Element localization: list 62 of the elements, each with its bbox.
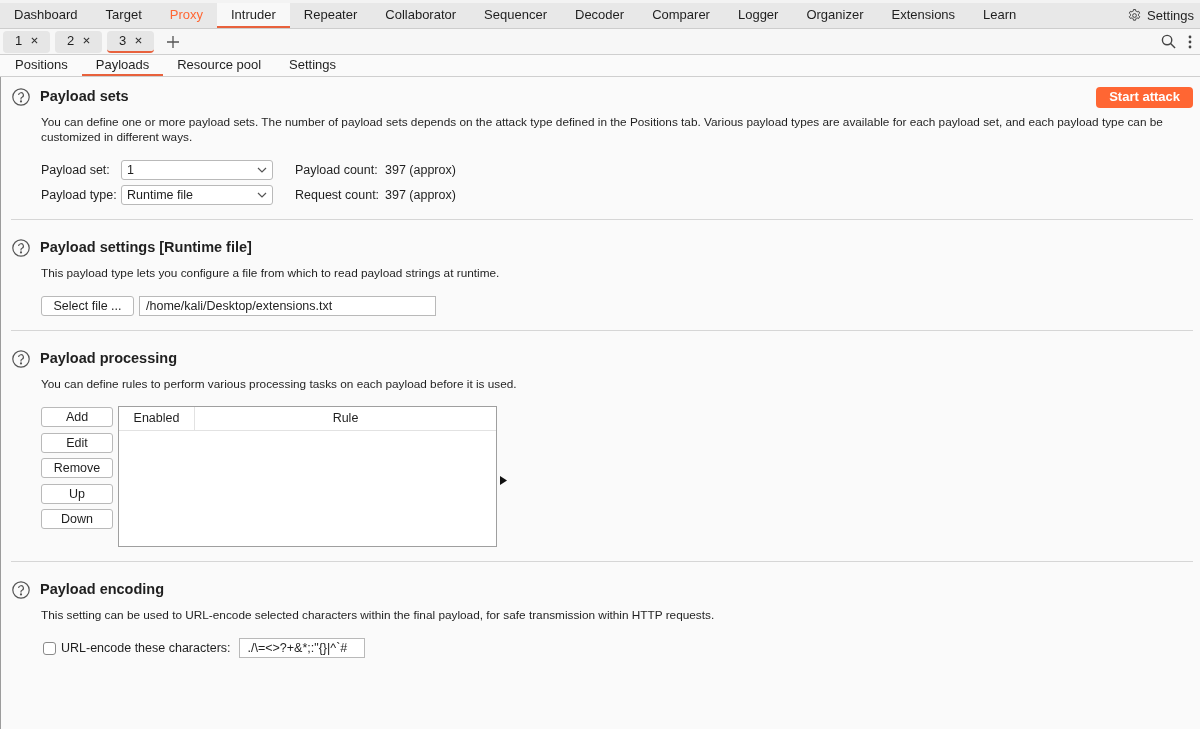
chevron-down-icon bbox=[257, 192, 267, 198]
count-value: 397 (approx) bbox=[385, 161, 456, 179]
main-tab[interactable]: Target bbox=[91, 3, 156, 28]
field-label: Payload set: bbox=[41, 161, 111, 179]
chevron-down-icon bbox=[257, 167, 267, 173]
count-value: 397 (approx) bbox=[385, 186, 456, 204]
section-description: This payload type lets you configure a file from which to read payload strings at runtime. bbox=[41, 266, 501, 281]
kebab-menu-icon[interactable] bbox=[1188, 34, 1192, 49]
dropdown[interactable]: 1 bbox=[121, 160, 273, 180]
select-file-button[interactable]: Select file ... bbox=[41, 296, 134, 316]
plus-icon[interactable] bbox=[167, 35, 179, 48]
section-description: You can define rules to perform various processing tasks on each payload before it is used. bbox=[41, 377, 518, 392]
sub-tab[interactable]: Resource pool bbox=[163, 55, 276, 76]
checkbox[interactable] bbox=[43, 641, 56, 655]
request-tab[interactable]: 1 bbox=[3, 30, 50, 53]
gear-icon bbox=[1127, 8, 1142, 23]
main-tab[interactable]: Intruder bbox=[217, 3, 290, 28]
section-description: This setting can be used to URL-encode selected characters within the final payload, for safe transmission within HTTP requests. bbox=[41, 608, 716, 623]
section-title: Payload encoding bbox=[40, 580, 165, 600]
column-header[interactable]: Enabled bbox=[119, 407, 195, 430]
close-icon[interactable] bbox=[31, 37, 39, 44]
main-tab[interactable]: Dashboard bbox=[0, 3, 92, 28]
main-tab[interactable]: Repeater bbox=[289, 3, 372, 28]
request-tab[interactable]: 2 bbox=[55, 30, 102, 53]
count-label: Payload count: bbox=[295, 161, 379, 179]
main-tab[interactable]: Decoder bbox=[561, 3, 639, 28]
main-tab[interactable]: Learn bbox=[969, 3, 1031, 28]
main-tab[interactable]: Extensions bbox=[877, 3, 970, 28]
section-title: Payload sets bbox=[40, 87, 129, 107]
close-icon[interactable] bbox=[135, 37, 143, 44]
section-title: Payload settings [Runtime file] bbox=[40, 238, 252, 258]
help-icon[interactable] bbox=[12, 239, 30, 257]
settings-button[interactable]: Settings bbox=[1127, 3, 1194, 28]
main-tab[interactable]: Organizer bbox=[792, 3, 878, 28]
main-tab[interactable]: Sequencer bbox=[470, 3, 561, 28]
count-label: Request count: bbox=[295, 186, 381, 204]
checkbox-label: URL-encode these characters: bbox=[61, 639, 231, 657]
help-icon[interactable] bbox=[12, 581, 30, 599]
sub-tab[interactable]: Settings bbox=[275, 55, 351, 76]
rule-button[interactable]: Down bbox=[41, 509, 113, 529]
main-tab[interactable]: Comparer bbox=[638, 3, 724, 28]
column-header[interactable]: Rule bbox=[195, 407, 496, 430]
sub-tab[interactable]: Positions bbox=[1, 55, 82, 76]
characters-field[interactable]: ./\=<>?+&*;:"{}|^`# bbox=[238, 638, 365, 658]
rule-button[interactable]: Up bbox=[41, 483, 113, 504]
sub-tab[interactable]: Payloads bbox=[81, 55, 164, 76]
section-title: Payload processing bbox=[40, 349, 177, 369]
help-icon[interactable] bbox=[12, 350, 30, 368]
main-tab[interactable]: Collaborator bbox=[371, 3, 471, 28]
file-path-field[interactable]: /home/kali/Desktop/extensions.txt bbox=[139, 296, 436, 316]
field-label: Payload type: bbox=[41, 186, 118, 204]
search-icon[interactable] bbox=[1161, 34, 1176, 49]
rule-button[interactable]: Edit bbox=[41, 432, 113, 453]
request-tab[interactable]: 3 bbox=[107, 30, 154, 53]
help-icon[interactable] bbox=[12, 88, 30, 106]
right-triangle-icon[interactable] bbox=[500, 476, 507, 485]
main-tab[interactable]: Logger bbox=[723, 3, 793, 28]
rule-button[interactable]: Add bbox=[41, 407, 113, 427]
section-description: You can define one or more payload sets. The number of payload sets depends on the attack type defined in the Positions tab. Various payload types are available for each payload set, and each payload type can be customized in different ways. bbox=[41, 115, 1164, 145]
rule-button[interactable]: Remove bbox=[41, 458, 113, 478]
dropdown[interactable]: Runtime file bbox=[121, 185, 273, 205]
close-icon[interactable] bbox=[83, 37, 91, 44]
